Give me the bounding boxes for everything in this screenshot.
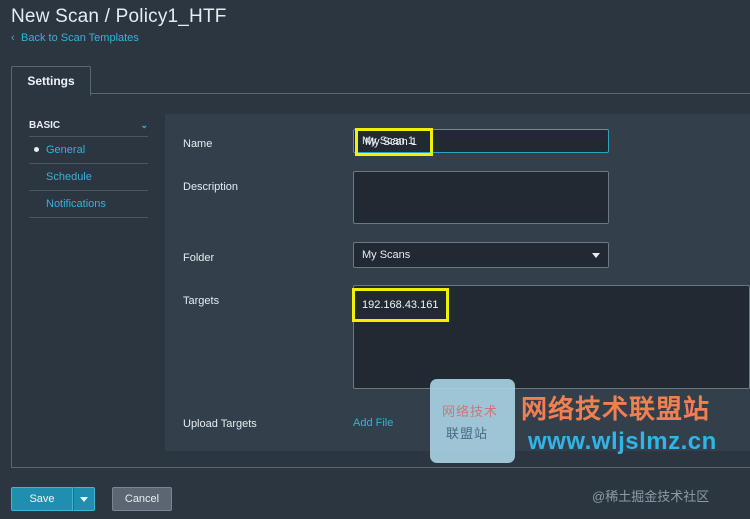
page-title: New Scan / Policy1_HTF <box>11 6 227 27</box>
back-link-label: Back to Scan Templates <box>21 32 139 44</box>
sidebar-section-basic[interactable]: BASIC ⌄ <box>29 114 148 137</box>
description-label: Description <box>183 181 239 193</box>
sidebar-item-label: Notifications <box>46 198 106 210</box>
save-button[interactable]: Save <box>11 487 73 511</box>
upload-targets-label: Upload Targets <box>183 418 257 430</box>
watermark-logo-line2: 联盟站 <box>446 426 489 441</box>
sidebar-item-notifications[interactable]: Notifications <box>29 191 148 218</box>
chevron-down-icon: ⌄ <box>140 119 148 130</box>
folder-selected-value: My Scans <box>362 249 411 261</box>
sidebar-item-label: Schedule <box>46 171 92 183</box>
sidebar-item-schedule[interactable]: Schedule <box>29 164 148 191</box>
description-input[interactable] <box>353 171 609 224</box>
tab-settings[interactable]: Settings <box>11 66 91 96</box>
watermark-logo-line1: 网络技术 <box>442 404 499 419</box>
watermark-url: www.wljslmz.cn <box>528 428 717 455</box>
sidebar-section-label: BASIC <box>29 119 61 131</box>
sidebar-item-label: General <box>46 144 86 156</box>
sidebar: BASIC ⌄ General Schedule Notifications <box>29 114 148 218</box>
sidebar-item-general[interactable]: General <box>29 137 148 164</box>
name-label: Name <box>183 138 213 150</box>
chevron-left-icon: ‹ <box>11 32 15 44</box>
caret-down-icon <box>592 252 600 258</box>
folder-select[interactable]: My Scans <box>353 242 609 268</box>
back-link[interactable]: ‹ Back to Scan Templates <box>11 32 139 44</box>
targets-value-highlight: 192.168.43.161 <box>352 288 449 322</box>
add-file-link[interactable]: Add File <box>353 417 393 429</box>
watermark-logo: 网络技术 联盟站 <box>430 379 515 463</box>
name-value-highlight: My Scan 1 <box>355 128 433 156</box>
watermark-juejin: @稀土掘金技术社区 <box>592 489 710 504</box>
folder-label: Folder <box>183 252 215 264</box>
targets-label: Targets <box>183 295 220 307</box>
active-bullet-icon <box>34 147 39 152</box>
caret-down-icon <box>80 496 88 502</box>
save-dropdown-button[interactable] <box>73 487 95 511</box>
watermark-site-name: 网络技术联盟站 <box>521 394 711 424</box>
cancel-button[interactable]: Cancel <box>112 487 172 511</box>
